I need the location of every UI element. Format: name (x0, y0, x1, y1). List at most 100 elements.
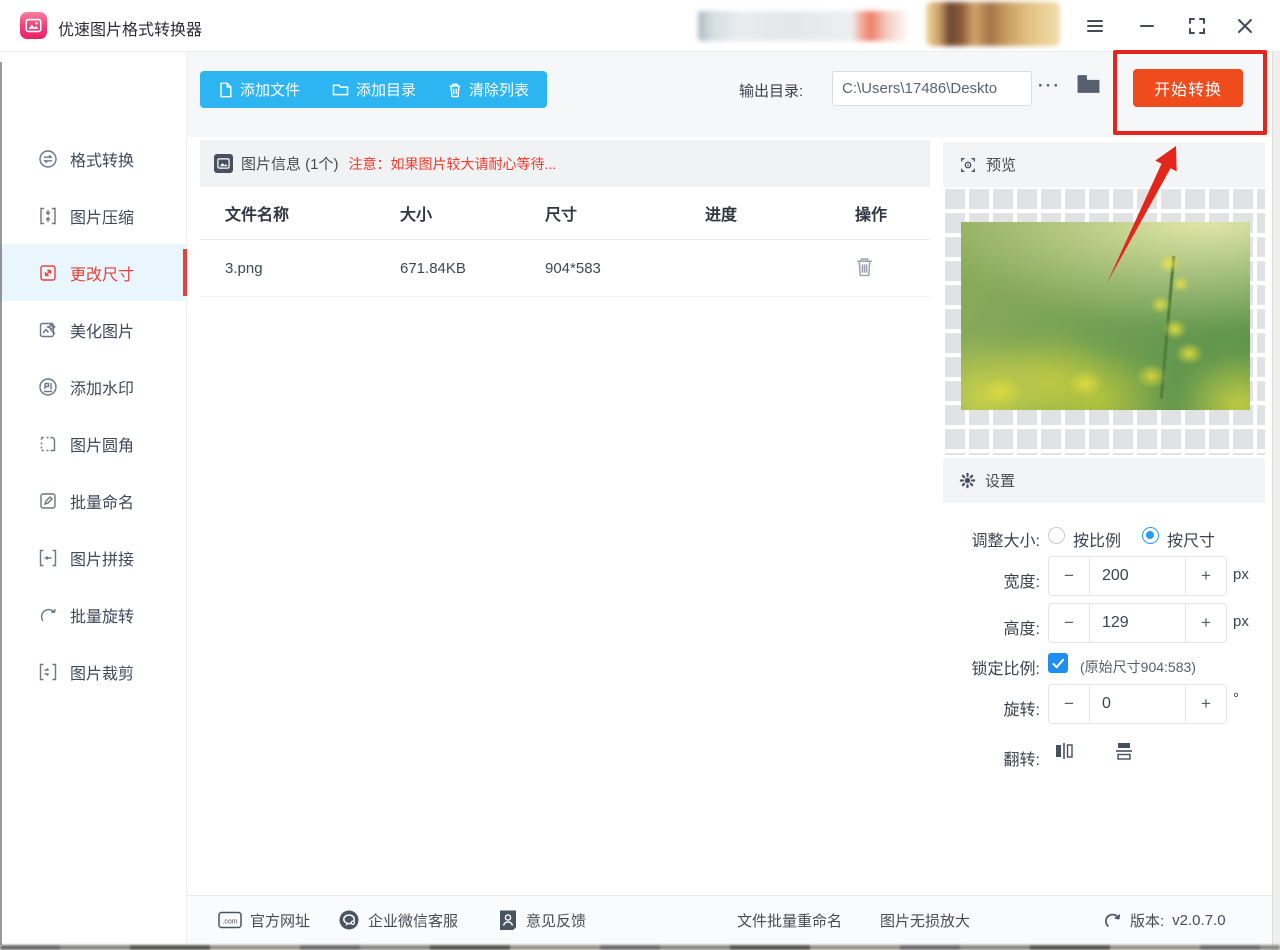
active-indicator (183, 249, 187, 296)
preview-icon (961, 157, 975, 172)
radio-by-size-label[interactable]: 按尺寸 (1167, 527, 1215, 551)
width-unit: px (1233, 566, 1249, 583)
close-icon (1238, 19, 1252, 33)
flip-label: 翻转: (1003, 752, 1040, 769)
version-value: v2.0.7.0 (1172, 911, 1226, 929)
lock-ratio-checkbox[interactable] (1048, 653, 1068, 673)
minimize-button[interactable] (1128, 8, 1166, 44)
title-bar: 优速图片格式转换器 (0, 0, 1280, 52)
col-progress: 进度 (705, 207, 738, 224)
sidebar-item-label: 图片裁剪 (70, 665, 135, 683)
close-button[interactable] (1226, 8, 1264, 44)
width-input[interactable]: 200 (1089, 557, 1186, 595)
feedback-label: 意见反馈 (526, 912, 587, 930)
flip-vertical-button[interactable] (1113, 740, 1135, 762)
convert-icon (39, 149, 57, 168)
sidebar-item-stitch[interactable]: 图片拼接 (0, 529, 187, 586)
sidebar-item-label: 更改尺寸 (70, 266, 135, 284)
lossless-upscale-link[interactable]: 图片无损放大 (880, 895, 970, 945)
batch-rename-link[interactable]: 文件批量重命名 (737, 895, 842, 945)
sidebar-item-resize[interactable]: 更改尺寸 (0, 244, 187, 301)
rounded-corner-icon (40, 436, 56, 451)
output-dir-input[interactable]: C:\Users\17486\Deskto (832, 71, 1032, 106)
cell-filename: 3.png (225, 259, 263, 277)
cell-dims: 904*583 (545, 259, 601, 277)
cell-size: 671.84KB (400, 259, 466, 277)
feedback-link[interactable]: 意见反馈 (498, 895, 586, 945)
table-header: 文件名称 大小 尺寸 进度 操作 (200, 187, 930, 240)
open-folder-button[interactable] (1076, 74, 1101, 100)
sidebar-item-format-convert[interactable]: 格式转换 (0, 130, 187, 187)
output-dir-label: 输出目录: (739, 83, 804, 100)
sidebar-item-batch-rotate[interactable]: 批量旋转 (0, 586, 187, 643)
rotate-plus-button[interactable]: + (1186, 685, 1226, 723)
flip-horizontal-button[interactable] (1053, 740, 1075, 762)
preview-title: 预览 (986, 157, 1017, 174)
beautify-icon (39, 321, 57, 337)
sidebar-item-rounded-corner[interactable]: 图片圆角 (0, 415, 187, 472)
sidebar-item-label: 添加水印 (70, 380, 135, 398)
sidebar-item-compress[interactable]: 图片压缩 (0, 187, 187, 244)
gear-icon (959, 472, 976, 489)
output-dir-value: C:\Users\17486\Deskto (842, 80, 998, 97)
image-info-icon (214, 154, 233, 173)
clear-list-label: 清除列表 (469, 82, 530, 99)
feedback-icon (500, 910, 516, 930)
settings-header: 设置 (943, 458, 1265, 503)
add-directory-button[interactable]: 添加目录 (332, 79, 416, 100)
height-stepper: − 129 + (1048, 603, 1227, 643)
background-edge-right (1272, 52, 1280, 950)
height-minus-button[interactable]: − (1049, 604, 1089, 642)
rotate-minus-button[interactable]: − (1049, 685, 1089, 723)
dot-com-icon: .com (218, 911, 242, 929)
check-icon (1051, 658, 1064, 669)
file-action-bar: 添加文件 添加目录 清除列表 (200, 71, 548, 108)
height-input[interactable]: 129 (1089, 604, 1186, 642)
rotate-stepper: − 0 + (1048, 684, 1227, 724)
height-unit: px (1233, 613, 1249, 630)
maximize-button[interactable] (1178, 8, 1216, 44)
add-files-button[interactable]: 添加文件 (218, 79, 300, 100)
radio-by-ratio-label[interactable]: 按比例 (1073, 527, 1121, 551)
compress-icon (40, 207, 56, 224)
resize-icon (40, 264, 56, 281)
preview-header: 预览 (943, 142, 1265, 187)
lock-ratio-label: 锁定比例: (971, 661, 1040, 678)
version-info[interactable]: 版本: v2.0.7.0 (1103, 895, 1226, 945)
clear-list-button[interactable]: 清除列表 (448, 79, 529, 100)
minimize-icon (1140, 25, 1154, 27)
start-convert-button[interactable]: 开始转换 (1133, 69, 1243, 107)
preview-image (961, 222, 1250, 410)
sidebar-item-batch-rename[interactable]: 批量命名 (0, 472, 187, 529)
wechat-support-link[interactable]: 企业微信客服 (338, 895, 458, 945)
delete-row-button[interactable] (855, 256, 874, 277)
official-site-label: 官方网址 (250, 912, 311, 930)
sidebar-item-crop[interactable]: 图片裁剪 (0, 643, 187, 700)
background-edge-left (0, 62, 2, 945)
width-minus-button[interactable]: − (1049, 557, 1089, 595)
chat-icon (339, 910, 359, 930)
cell-action (855, 256, 930, 281)
rotate-unit: ° (1233, 690, 1239, 707)
resize-mode-label: 调整大小: (971, 533, 1040, 550)
add-directory-label: 添加目录 (356, 82, 417, 99)
official-site-link[interactable]: .com 官方网址 (218, 895, 310, 945)
watermark-icon (39, 377, 57, 396)
radio-by-ratio[interactable] (1048, 527, 1065, 544)
image-info-band: 图片信息 (1个) 注意：如果图片较大请耐心等待... (200, 140, 930, 187)
table-row: 3.png 671.84KB 904*583 (200, 240, 930, 297)
rotate-icon (40, 608, 56, 621)
image-info-title: 图片信息 (1个) (241, 156, 339, 173)
width-plus-button[interactable]: + (1186, 557, 1226, 595)
add-files-label: 添加文件 (240, 82, 301, 99)
sidebar-item-watermark[interactable]: 添加水印 (0, 358, 187, 415)
height-plus-button[interactable]: + (1186, 604, 1226, 642)
browse-more-button[interactable]: ··· (1038, 76, 1061, 96)
rotate-input[interactable]: 0 (1089, 685, 1186, 723)
trash-icon (857, 257, 872, 276)
version-label: 版本: (1130, 912, 1165, 930)
radio-by-size[interactable] (1142, 527, 1159, 544)
menu-button[interactable] (1076, 8, 1114, 44)
sidebar-item-beautify[interactable]: 美化图片 (0, 301, 187, 358)
folder-open-icon (1077, 75, 1100, 93)
